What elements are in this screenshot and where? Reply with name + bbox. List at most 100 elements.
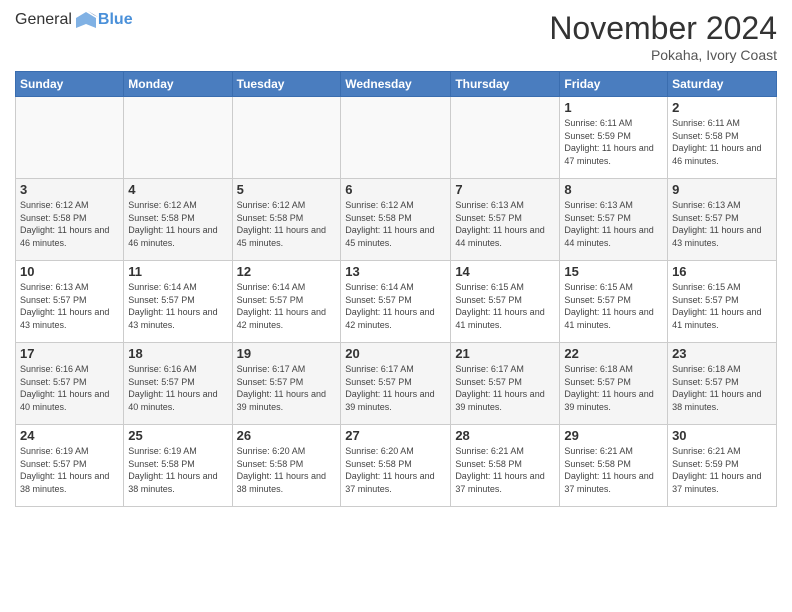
day-info: Sunrise: 6:14 AM Sunset: 5:57 PM Dayligh… (128, 281, 227, 331)
header-day-sunday: Sunday (16, 72, 124, 97)
calendar-cell: 13 Sunrise: 6:14 AM Sunset: 5:57 PM Dayli… (341, 261, 451, 343)
day-number: 28 (455, 428, 555, 443)
day-info: Sunrise: 6:14 AM Sunset: 5:57 PM Dayligh… (345, 281, 446, 331)
day-number: 19 (237, 346, 337, 361)
header-day-thursday: Thursday (451, 72, 560, 97)
day-info: Sunrise: 6:15 AM Sunset: 5:57 PM Dayligh… (455, 281, 555, 331)
day-info: Sunrise: 6:11 AM Sunset: 5:58 PM Dayligh… (672, 117, 772, 167)
calendar-cell: 1Sunrise: 6:11 AM Sunset: 5:59 PM Daylig… (560, 97, 668, 179)
day-number: 13 (345, 264, 446, 279)
day-number: 25 (128, 428, 227, 443)
header-day-tuesday: Tuesday (232, 72, 341, 97)
day-number: 16 (672, 264, 772, 279)
day-info: Sunrise: 6:12 AM Sunset: 5:58 PM Dayligh… (345, 199, 446, 249)
title-section: November 2024 Pokaha, Ivory Coast (549, 10, 777, 63)
day-number: 24 (20, 428, 119, 443)
page-container: General Blue November 2024 Pokaha, Ivory… (0, 0, 792, 517)
header-row: SundayMondayTuesdayWednesdayThursdayFrid… (16, 72, 777, 97)
day-info: Sunrise: 6:13 AM Sunset: 5:57 PM Dayligh… (20, 281, 119, 331)
header-day-wednesday: Wednesday (341, 72, 451, 97)
calendar-cell (451, 97, 560, 179)
calendar-cell: 20Sunrise: 6:17 AM Sunset: 5:57 PM Dayli… (341, 343, 451, 425)
day-number: 27 (345, 428, 446, 443)
day-info: Sunrise: 6:15 AM Sunset: 5:57 PM Dayligh… (564, 281, 663, 331)
logo-text-general: General (15, 11, 72, 29)
calendar-cell: 14 Sunrise: 6:15 AM Sunset: 5:57 PM Dayli… (451, 261, 560, 343)
day-info: Sunrise: 6:17 AM Sunset: 5:57 PM Dayligh… (455, 363, 555, 413)
day-number: 11 (128, 264, 227, 279)
calendar-week-2: 10 Sunrise: 6:13 AM Sunset: 5:57 PM Dayli… (16, 261, 777, 343)
day-number: 30 (672, 428, 772, 443)
day-info: Sunrise: 6:15 AM Sunset: 5:57 PM Dayligh… (672, 281, 772, 331)
day-info: Sunrise: 6:18 AM Sunset: 5:57 PM Dayligh… (564, 363, 663, 413)
day-info: Sunrise: 6:13 AM Sunset: 5:57 PM Dayligh… (455, 199, 555, 249)
calendar-cell: 22Sunrise: 6:18 AM Sunset: 5:57 PM Dayli… (560, 343, 668, 425)
calendar-cell: 26Sunrise: 6:20 AM Sunset: 5:58 PM Dayli… (232, 425, 341, 507)
day-number: 9 (672, 182, 772, 197)
calendar-cell (124, 97, 232, 179)
calendar-cell (16, 97, 124, 179)
day-info: Sunrise: 6:13 AM Sunset: 5:57 PM Dayligh… (672, 199, 772, 249)
calendar-cell: 25Sunrise: 6:19 AM Sunset: 5:58 PM Dayli… (124, 425, 232, 507)
calendar-cell: 11 Sunrise: 6:14 AM Sunset: 5:57 PM Dayli… (124, 261, 232, 343)
day-number: 7 (455, 182, 555, 197)
header-day-friday: Friday (560, 72, 668, 97)
calendar-cell: 17 Sunrise: 6:16 AM Sunset: 5:57 PM Dayli… (16, 343, 124, 425)
calendar-cell: 29 Sunrise: 6:21 AM Sunset: 5:58 PM Dayli… (560, 425, 668, 507)
day-number: 26 (237, 428, 337, 443)
calendar-cell: 27 Sunrise: 6:20 AM Sunset: 5:58 PM Dayli… (341, 425, 451, 507)
logo-icon (74, 10, 98, 30)
day-info: Sunrise: 6:11 AM Sunset: 5:59 PM Dayligh… (564, 117, 663, 167)
calendar-cell: 8Sunrise: 6:13 AM Sunset: 5:57 PM Daylig… (560, 179, 668, 261)
calendar-cell: 5 Sunrise: 6:12 AM Sunset: 5:58 PM Daylig… (232, 179, 341, 261)
calendar-cell: 23Sunrise: 6:18 AM Sunset: 5:57 PM Dayli… (668, 343, 777, 425)
header-day-monday: Monday (124, 72, 232, 97)
calendar-cell: 18Sunrise: 6:16 AM Sunset: 5:57 PM Dayli… (124, 343, 232, 425)
day-info: Sunrise: 6:14 AM Sunset: 5:57 PM Dayligh… (237, 281, 337, 331)
calendar-week-1: 3 Sunrise: 6:12 AM Sunset: 5:58 PM Daylig… (16, 179, 777, 261)
day-info: Sunrise: 6:13 AM Sunset: 5:57 PM Dayligh… (564, 199, 663, 249)
day-number: 18 (128, 346, 227, 361)
day-number: 29 (564, 428, 663, 443)
calendar-cell: 15 Sunrise: 6:15 AM Sunset: 5:57 PM Dayli… (560, 261, 668, 343)
calendar-cell: 9 Sunrise: 6:13 AM Sunset: 5:57 PM Daylig… (668, 179, 777, 261)
calendar-cell: 24 Sunrise: 6:19 AM Sunset: 5:57 PM Dayli… (16, 425, 124, 507)
calendar-cell: 7 Sunrise: 6:13 AM Sunset: 5:57 PM Daylig… (451, 179, 560, 261)
calendar-cell: 21 Sunrise: 6:17 AM Sunset: 5:57 PM Dayli… (451, 343, 560, 425)
calendar-cell (341, 97, 451, 179)
day-info: Sunrise: 6:21 AM Sunset: 5:59 PM Dayligh… (672, 445, 772, 495)
day-info: Sunrise: 6:19 AM Sunset: 5:57 PM Dayligh… (20, 445, 119, 495)
page-header: General Blue November 2024 Pokaha, Ivory… (15, 10, 777, 63)
day-number: 4 (128, 182, 227, 197)
calendar-header: SundayMondayTuesdayWednesdayThursdayFrid… (16, 72, 777, 97)
day-info: Sunrise: 6:12 AM Sunset: 5:58 PM Dayligh… (237, 199, 337, 249)
subtitle: Pokaha, Ivory Coast (549, 47, 777, 63)
calendar-cell: 28 Sunrise: 6:21 AM Sunset: 5:58 PM Dayli… (451, 425, 560, 507)
calendar-cell: 10 Sunrise: 6:13 AM Sunset: 5:57 PM Dayli… (16, 261, 124, 343)
day-number: 10 (20, 264, 119, 279)
day-number: 5 (237, 182, 337, 197)
day-number: 2 (672, 100, 772, 115)
day-number: 15 (564, 264, 663, 279)
calendar-cell: 2 Sunrise: 6:11 AM Sunset: 5:58 PM Daylig… (668, 97, 777, 179)
calendar-week-3: 17 Sunrise: 6:16 AM Sunset: 5:57 PM Dayli… (16, 343, 777, 425)
calendar-cell: 16 Sunrise: 6:15 AM Sunset: 5:57 PM Dayli… (668, 261, 777, 343)
logo: General Blue (15, 10, 133, 30)
day-number: 23 (672, 346, 772, 361)
calendar-cell: 12Sunrise: 6:14 AM Sunset: 5:57 PM Dayli… (232, 261, 341, 343)
day-info: Sunrise: 6:21 AM Sunset: 5:58 PM Dayligh… (455, 445, 555, 495)
day-info: Sunrise: 6:12 AM Sunset: 5:58 PM Dayligh… (128, 199, 227, 249)
calendar-cell (232, 97, 341, 179)
day-number: 14 (455, 264, 555, 279)
day-number: 21 (455, 346, 555, 361)
day-number: 3 (20, 182, 119, 197)
day-info: Sunrise: 6:20 AM Sunset: 5:58 PM Dayligh… (345, 445, 446, 495)
main-title: November 2024 (549, 10, 777, 47)
calendar-week-0: 1Sunrise: 6:11 AM Sunset: 5:59 PM Daylig… (16, 97, 777, 179)
day-info: Sunrise: 6:17 AM Sunset: 5:57 PM Dayligh… (345, 363, 446, 413)
day-number: 6 (345, 182, 446, 197)
calendar-body: 1Sunrise: 6:11 AM Sunset: 5:59 PM Daylig… (16, 97, 777, 507)
day-info: Sunrise: 6:16 AM Sunset: 5:57 PM Dayligh… (20, 363, 119, 413)
day-number: 17 (20, 346, 119, 361)
day-info: Sunrise: 6:21 AM Sunset: 5:58 PM Dayligh… (564, 445, 663, 495)
